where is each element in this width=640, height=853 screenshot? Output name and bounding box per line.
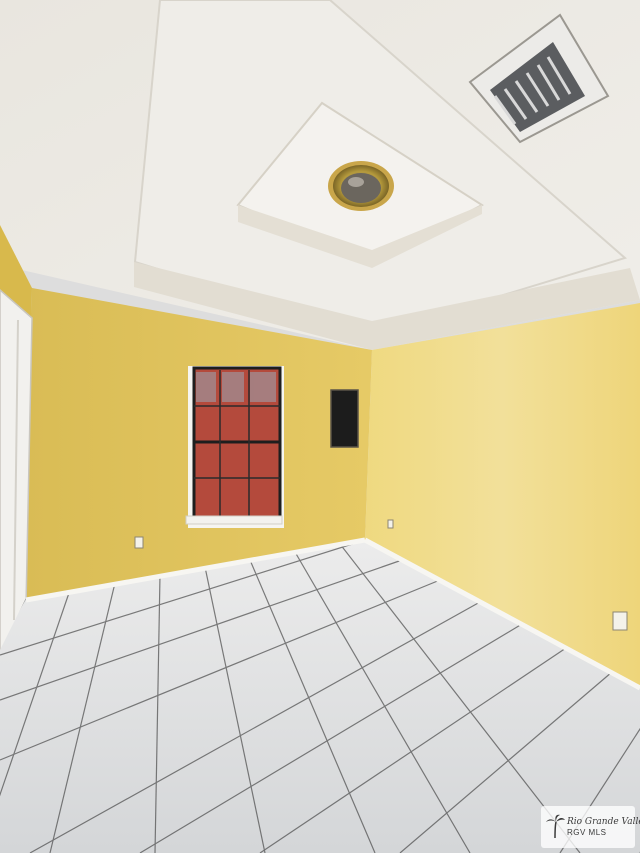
mls-watermark: Rio Grande Valley RGV MLS <box>541 806 640 848</box>
ceiling-light <box>328 161 394 211</box>
outlet-right-far <box>387 519 394 529</box>
outlet-left <box>134 536 144 549</box>
watermark-brand: Rio Grande Valley <box>567 816 640 827</box>
palm-tree-icon <box>546 814 565 838</box>
empty-room-photo <box>0 0 640 853</box>
outlet-right <box>612 611 628 631</box>
window <box>185 366 284 528</box>
watermark-mls: RGV MLS <box>567 827 607 837</box>
electrical-panel <box>330 389 359 448</box>
